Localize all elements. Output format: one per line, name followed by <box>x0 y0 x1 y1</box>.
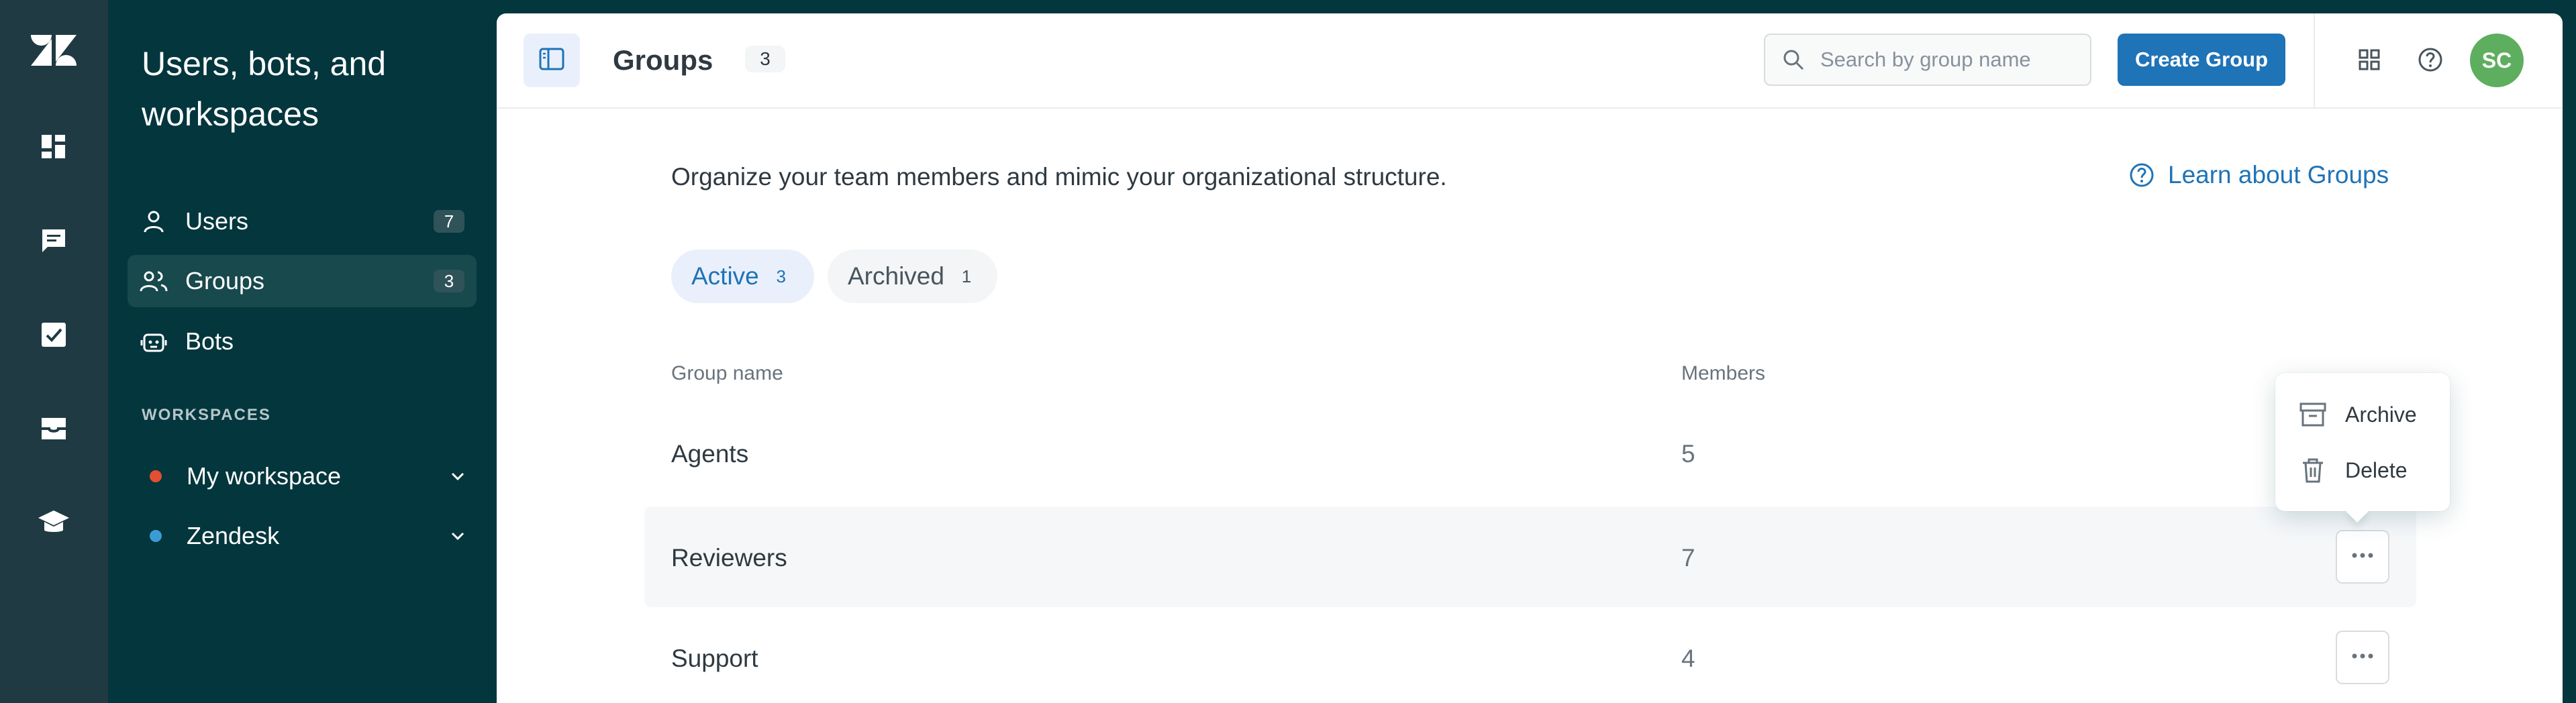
groups-count-badge: 3 <box>434 270 464 292</box>
page-description: Organize your team members and mimic you… <box>671 163 1447 191</box>
member-count: 4 <box>1681 645 1695 672</box>
learning-icon[interactable] <box>34 503 73 542</box>
main-panel: Groups 3 Create Group SC Organize your t… <box>497 13 2563 703</box>
tab-archived[interactable]: Archived 1 <box>828 250 997 303</box>
row-actions-button[interactable] <box>2336 631 2389 684</box>
row-actions-button[interactable] <box>2336 530 2389 584</box>
search-field[interactable] <box>1764 34 2091 86</box>
learn-about-groups-link[interactable]: Learn about Groups <box>2128 161 2389 189</box>
sidebar-item-users[interactable]: Users 7 <box>128 195 477 248</box>
product-rail <box>0 0 108 703</box>
row-actions-menu: Archive Delete <box>2275 373 2450 511</box>
help-circle-icon <box>2128 161 2156 189</box>
column-header-group-name[interactable]: Group name <box>671 362 783 385</box>
zendesk-logo-icon[interactable] <box>30 30 78 74</box>
table-row[interactable]: Support 4 <box>644 607 2416 703</box>
toggle-sidebar-button[interactable] <box>524 34 580 87</box>
tab-count: 3 <box>776 266 786 286</box>
groups-icon <box>138 266 169 296</box>
avatar[interactable]: SC <box>2470 34 2524 87</box>
group-name: Agents <box>671 440 749 468</box>
divider <box>2314 13 2315 107</box>
sidebar-item-groups[interactable]: Groups 3 <box>128 255 477 307</box>
tab-count: 1 <box>961 266 972 286</box>
member-count: 5 <box>1681 440 1695 468</box>
more-horizontal-icon <box>2350 651 2375 663</box>
trash-icon <box>2297 454 2329 486</box>
workspace-color-dot <box>150 530 162 542</box>
workspace-item-zendesk[interactable]: Zendesk <box>128 510 477 562</box>
top-bar: Groups 3 Create Group SC <box>497 13 2563 109</box>
tab-label: Active <box>691 262 759 290</box>
sidebar-item-label: Groups <box>185 267 265 294</box>
sidebar-item-bots[interactable]: Bots <box>128 315 477 368</box>
menu-item-archive[interactable]: Archive <box>2275 388 2450 441</box>
help-icon[interactable] <box>2415 44 2446 75</box>
archive-icon <box>2297 398 2329 431</box>
sidebar: Users, bots, and workspaces Users 7 Grou… <box>108 0 565 703</box>
search-icon <box>1780 46 1807 73</box>
groups-count-badge: 3 <box>745 46 785 72</box>
group-name: Support <box>671 645 758 672</box>
sidebar-item-label: Users <box>185 207 249 235</box>
sidebar-item-label: Bots <box>185 327 234 355</box>
user-icon <box>138 206 169 237</box>
workspaces-heading: WORKSPACES <box>142 406 271 424</box>
conversations-icon[interactable] <box>34 221 73 260</box>
dashboard-icon[interactable] <box>34 127 73 166</box>
search-input[interactable] <box>1819 47 2077 72</box>
sidebar-title: Users, bots, and workspaces <box>142 45 387 133</box>
menu-item-delete[interactable]: Delete <box>2275 443 2450 497</box>
chevron-down-icon[interactable] <box>443 462 473 491</box>
bot-icon <box>138 326 169 357</box>
table-row[interactable]: Reviewers 7 <box>644 506 2416 607</box>
member-count: 7 <box>1681 544 1695 572</box>
inbox-icon[interactable] <box>34 409 73 448</box>
tab-label: Archived <box>848 262 944 290</box>
workspace-label: My workspace <box>187 462 342 490</box>
learn-link-label: Learn about Groups <box>2168 161 2389 188</box>
page-title: Groups <box>613 44 713 76</box>
workspace-label: Zendesk <box>187 522 280 549</box>
workspace-item-my-workspace[interactable]: My workspace <box>128 450 477 502</box>
more-horizontal-icon <box>2350 551 2375 563</box>
tab-active[interactable]: Active 3 <box>671 250 814 303</box>
create-group-button[interactable]: Create Group <box>2118 34 2285 86</box>
apps-grid-icon[interactable] <box>2354 44 2385 75</box>
menu-item-label: Archive <box>2345 402 2417 427</box>
menu-item-label: Delete <box>2345 457 2408 482</box>
table-row[interactable]: Agents 5 <box>644 402 2416 503</box>
tasks-icon[interactable] <box>34 315 73 354</box>
group-name: Reviewers <box>671 544 787 572</box>
workspace-color-dot <box>150 470 162 482</box>
chevron-down-icon[interactable] <box>443 521 473 551</box>
column-header-members[interactable]: Members <box>1681 362 1765 385</box>
users-count-badge: 7 <box>434 210 464 233</box>
sidebar-toggle-icon <box>538 47 565 74</box>
